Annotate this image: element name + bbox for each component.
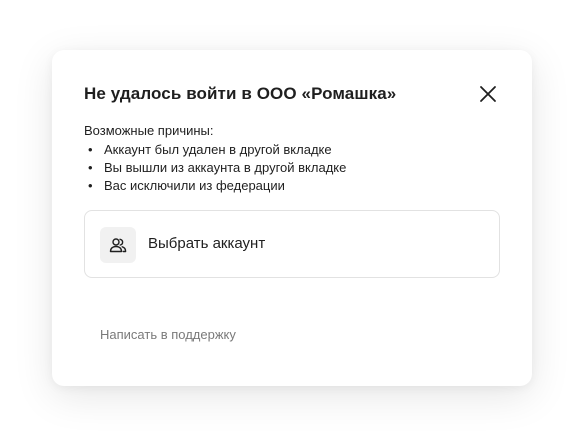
reason-text: Вас исключили из федерации bbox=[104, 178, 285, 193]
reason-text: Вы вышли из аккаунта в другой вкладке bbox=[104, 160, 347, 175]
login-error-dialog: Не удалось войти в ООО «Ромашка» Возможн… bbox=[52, 50, 532, 386]
reason-item: • Вы вышли из аккаунта в другой вкладке bbox=[88, 159, 346, 177]
page: Не удалось войти в ООО «Ромашка» Возможн… bbox=[0, 0, 584, 440]
bullet: • bbox=[88, 142, 93, 157]
dialog-title: Не удалось войти в ООО «Ромашка» bbox=[84, 84, 397, 103]
reason-item: • Аккаунт был удален в другой вкладке bbox=[88, 141, 346, 159]
reason-item: • Вас исключили из федерации bbox=[88, 177, 346, 195]
choose-account-button[interactable]: Выбрать аккаунт bbox=[84, 210, 500, 278]
reasons-list: • Аккаунт был удален в другой вкладке • … bbox=[88, 141, 346, 195]
users-icon bbox=[109, 238, 127, 253]
reasons-heading: Возможные причины: bbox=[84, 123, 214, 138]
bullet: • bbox=[88, 178, 93, 193]
close-icon bbox=[480, 86, 496, 102]
bullet: • bbox=[88, 160, 93, 175]
choose-account-label: Выбрать аккаунт bbox=[148, 235, 266, 252]
close-button[interactable] bbox=[474, 80, 502, 108]
account-icon-container bbox=[100, 227, 136, 263]
reason-text: Аккаунт был удален в другой вкладке bbox=[104, 142, 332, 157]
support-link[interactable]: Написать в поддержку bbox=[100, 327, 236, 342]
